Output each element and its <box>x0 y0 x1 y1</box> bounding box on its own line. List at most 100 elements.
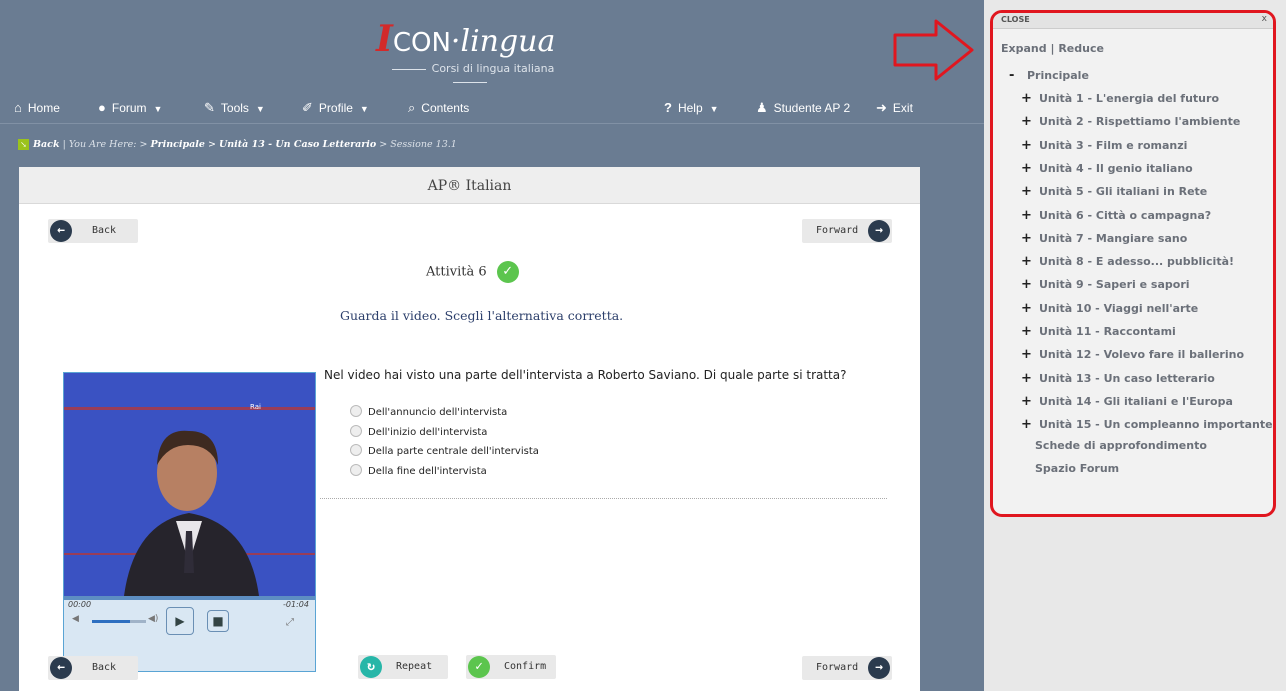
close-icon[interactable]: x <box>1262 14 1267 24</box>
repeat-icon: ↻ <box>360 656 382 678</box>
radio-button[interactable] <box>350 425 362 437</box>
play-button[interactable]: ▶ <box>166 607 194 635</box>
nav-tools[interactable]: ✎ Tools ▼ <box>204 100 265 116</box>
tree-root[interactable]: - Principale <box>1009 68 1089 83</box>
instruction-text: Guarda il video. Scegli l'alternativa co… <box>340 308 624 323</box>
plus-icon[interactable]: + <box>1021 277 1032 292</box>
caret-down-icon: ▼ <box>255 104 265 114</box>
repeat-button[interactable]: ↻ Repeat <box>358 655 448 679</box>
tree-item-label: Unità 14 - Gli italiani e l'Europa <box>1039 394 1233 408</box>
stop-button[interactable]: ■ <box>207 610 229 632</box>
tree-item-unit[interactable]: + Unità 9 - Saperi e sapori <box>1021 277 1190 292</box>
site-header: ICON·lingua Corsi di lingua italiana <box>0 0 984 90</box>
breadcrumb-principale[interactable]: Principale <box>150 139 205 150</box>
nav-exit[interactable]: ➜ Exit <box>876 100 913 116</box>
plus-icon[interactable]: + <box>1021 161 1032 176</box>
tree-item-unit[interactable]: + Unità 5 - Gli italiani in Rete <box>1021 184 1207 199</box>
plus-icon[interactable]: + <box>1021 138 1032 153</box>
time-remaining: -01:04 <box>283 600 309 609</box>
nav-user[interactable]: ♟ Studente AP 2 <box>756 100 850 116</box>
answer-option[interactable]: Dell'inizio dell'intervista <box>350 425 487 438</box>
back-arrow-icon[interactable]: ↘ <box>18 139 29 150</box>
volume-control[interactable]: ◀ ◀) <box>72 614 158 624</box>
breadcrumb-unit[interactable]: Unità 13 - Un Caso Letterario <box>219 139 376 150</box>
breadcrumb-gt: > <box>376 139 391 150</box>
tree-root-label: Principale <box>1027 69 1089 82</box>
tree-item-unit[interactable]: + Unità 8 - E adesso... pubblicità! <box>1021 254 1234 269</box>
plus-icon[interactable]: + <box>1021 324 1032 339</box>
tree-item-unit[interactable]: + Unità 4 - Il genio italiano <box>1021 161 1193 176</box>
back-button-top[interactable]: ← Back <box>48 219 138 243</box>
caret-down-icon: ▼ <box>359 104 369 114</box>
confirm-button[interactable]: ✓ Confirm <box>466 655 556 679</box>
plus-icon[interactable]: + <box>1021 347 1032 362</box>
forward-button-bottom[interactable]: Forward → <box>802 656 892 680</box>
nav-contents[interactable]: ⌕ Contents <box>408 100 469 116</box>
radio-button[interactable] <box>350 464 362 476</box>
radio-button[interactable] <box>350 405 362 417</box>
plus-icon[interactable]: + <box>1021 184 1032 199</box>
arrow-right-icon: → <box>868 657 890 679</box>
nav-home[interactable]: ⌂ Home <box>14 100 60 115</box>
tree-item-label: Unità 2 - Rispettiamo l'ambiente <box>1039 115 1241 129</box>
answer-option[interactable]: Dell'annuncio dell'intervista <box>350 405 507 418</box>
plus-icon[interactable]: + <box>1021 394 1032 409</box>
nav-profile-label: Profile <box>318 101 353 115</box>
sidebar-close-label[interactable]: CLOSE <box>1001 15 1030 24</box>
radio-button[interactable] <box>350 444 362 456</box>
plus-icon[interactable]: + <box>1021 371 1032 386</box>
tree-item-unit[interactable]: + Unità 7 - Mangiare sano <box>1021 231 1187 246</box>
tree-item-label: Unità 9 - Saperi e sapori <box>1039 278 1190 292</box>
wrench-icon: ✎ <box>204 100 215 115</box>
arrow-left-icon: ← <box>50 657 72 679</box>
volume-up-icon[interactable]: ◀) <box>148 614 158 624</box>
plus-icon[interactable]: + <box>1021 254 1032 269</box>
back-button-bottom[interactable]: ← Back <box>48 656 138 680</box>
forward-button-top[interactable]: Forward → <box>802 219 892 243</box>
answer-option[interactable]: Della parte centrale dell'intervista <box>350 444 539 457</box>
tree-item-unit[interactable]: + Unità 6 - Città o campagna? <box>1021 208 1211 223</box>
video-frame[interactable]: Rai <box>64 373 315 596</box>
site-logo[interactable]: ICON·lingua <box>376 18 555 60</box>
tree-item-unit[interactable]: + Unità 1 - L'energia del futuro <box>1021 91 1219 106</box>
activity-label: Attività 6 <box>426 264 487 280</box>
plus-icon[interactable]: + <box>1021 301 1032 316</box>
panel-title: AP® Italian <box>19 167 920 204</box>
plus-icon[interactable]: + <box>1021 91 1032 106</box>
volume-mute-icon[interactable]: ◀ <box>72 614 79 624</box>
tree-item-unit[interactable]: + Unità 11 - Raccontami <box>1021 324 1176 339</box>
fullscreen-icon[interactable]: ⤢ <box>286 617 294 628</box>
nav-tools-label: Tools <box>220 101 249 115</box>
nav-profile[interactable]: ✐ Profile ▼ <box>302 100 369 116</box>
tree-item-unit[interactable]: + Unità 2 - Rispettiamo l'ambiente <box>1021 114 1240 129</box>
minus-icon[interactable]: - <box>1009 68 1019 83</box>
plus-icon[interactable]: + <box>1021 231 1032 246</box>
tree-item-label: Unità 15 - Un compleanno importante <box>1039 418 1273 432</box>
nav-forum-label: Forum <box>111 101 147 115</box>
video-player[interactable]: Rai 00:00 -01:04 ◀ ◀) ▶ ■ ⤢ <box>63 372 316 672</box>
plus-icon[interactable]: + <box>1021 208 1032 223</box>
tree-item-unit[interactable]: + Unità 14 - Gli italiani e l'Europa <box>1021 394 1233 409</box>
back-button-label: Back <box>92 662 117 673</box>
sidebar-panel: CLOSE x Expand | Reduce - Principale + Uni… <box>984 0 1286 691</box>
tree-item-unit[interactable]: + Unità 3 - Film e romanzi <box>1021 138 1187 153</box>
breadcrumb-back[interactable]: Back <box>33 139 60 150</box>
progress-bar[interactable] <box>64 596 315 600</box>
volume-slider-track[interactable] <box>130 620 146 623</box>
plus-icon[interactable]: + <box>1021 417 1032 432</box>
answer-option[interactable]: Della fine dell'intervista <box>350 464 487 477</box>
nav-forum[interactable]: ● Forum ▼ <box>98 100 162 115</box>
nav-contents-label: Contents <box>421 101 470 115</box>
tree-item-unit[interactable]: + Unità 12 - Volevo fare il ballerino <box>1021 347 1244 362</box>
expand-link[interactable]: Expand <box>1001 42 1047 55</box>
forward-button-label: Forward <box>816 225 859 236</box>
tree-item-unit[interactable]: + Unità 13 - Un caso letterario <box>1021 371 1215 386</box>
tree-item-unit[interactable]: + Unità 10 - Viaggi nell'arte <box>1021 301 1198 316</box>
volume-slider[interactable] <box>92 620 130 623</box>
reduce-link[interactable]: Reduce <box>1058 42 1104 55</box>
tree-item-unit[interactable]: + Unità 15 - Un compleanno importante <box>1021 417 1273 432</box>
nav-help[interactable]: ? Help ▼ <box>664 100 719 115</box>
tree-item-schede[interactable]: Schede di approfondimento <box>1035 439 1207 452</box>
tree-item-spazio-forum[interactable]: Spazio Forum <box>1035 462 1119 475</box>
plus-icon[interactable]: + <box>1021 114 1032 129</box>
